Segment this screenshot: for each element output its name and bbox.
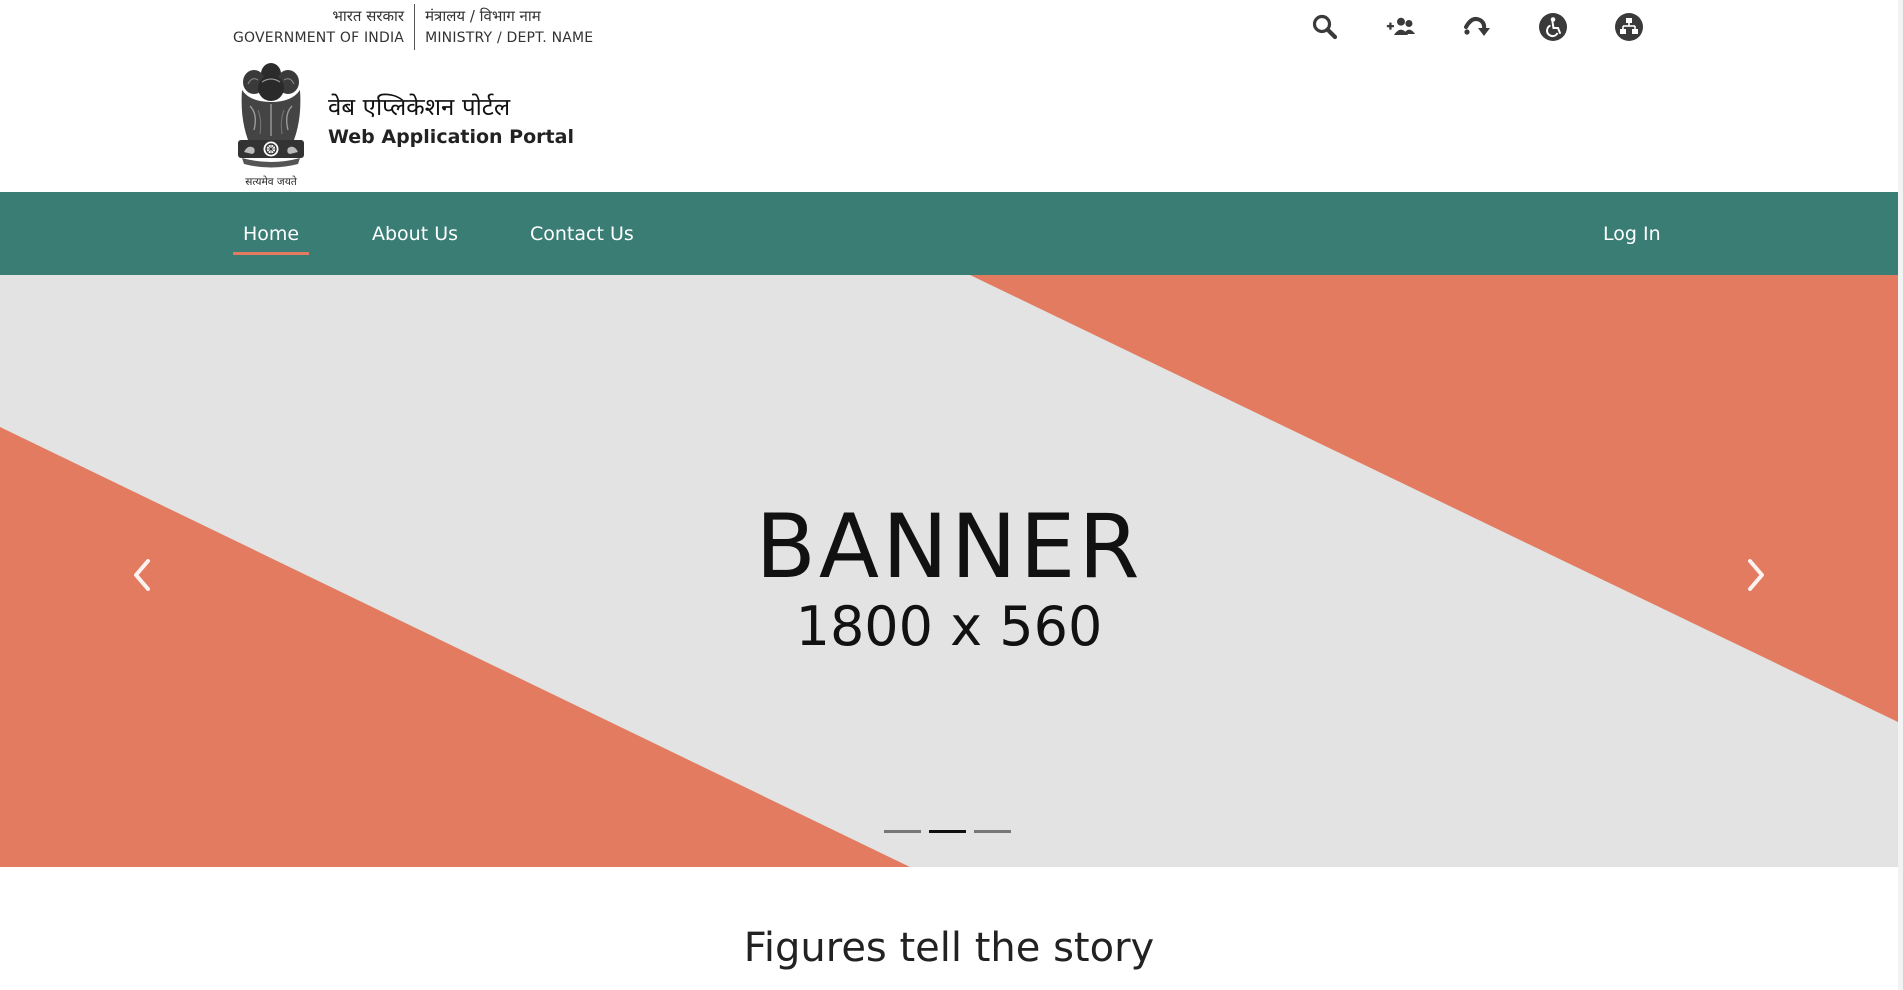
figures-heading: Figures tell the story (743, 925, 1155, 971)
page: भारत सरकार GOVERNMENT OF INDIA मंत्रालय … (0, 0, 1903, 990)
ministry-english: MINISTRY / DEPT. NAME (425, 30, 594, 46)
carousel-indicator-1[interactable] (884, 830, 921, 833)
ministry-hindi: मंत्रालय / विभाग नाम (425, 7, 541, 25)
site-title-hindi: वेब एप्लिकेशन पोर्टल (328, 93, 511, 121)
site-brand[interactable]: वेब एप्लिकेशन पोर्टल Web Application Por… (328, 92, 574, 152)
scrollbar[interactable] (1898, 0, 1903, 990)
login-link[interactable]: Log In (1603, 192, 1661, 275)
banner-size-label: 1800 x 560 (795, 595, 1103, 658)
gov-strip: भारत सरकार GOVERNMENT OF INDIA मंत्रालय … (233, 4, 593, 50)
chevron-right-icon (1748, 559, 1764, 591)
carousel-prev-button[interactable] (122, 545, 162, 605)
carousel-indicator-3[interactable] (974, 830, 1011, 833)
carousel-indicator-2[interactable] (929, 830, 966, 833)
utility-toolbar (1310, 12, 1644, 42)
accessibility-icon[interactable] (1538, 12, 1568, 42)
main-nav: Home About Us Contact Us Log In (0, 192, 1898, 275)
carousel-next-button[interactable] (1736, 545, 1776, 605)
emblem-motto: सत्यमेव जयते (245, 175, 298, 188)
skip-content-icon[interactable] (1462, 12, 1492, 42)
carousel-indicators (884, 830, 1011, 833)
site-title-english: Web Application Portal (328, 126, 574, 148)
gov-english: GOVERNMENT OF INDIA (233, 30, 405, 46)
nav-home[interactable]: Home (233, 192, 310, 275)
nav-about-us[interactable]: About Us (372, 192, 458, 275)
add-user-icon[interactable] (1386, 12, 1416, 42)
chevron-left-icon (134, 559, 150, 591)
ministry-block: मंत्रालय / विभाग नाम MINISTRY / DEPT. NA… (415, 4, 593, 50)
search-icon[interactable] (1310, 12, 1340, 42)
banner-carousel[interactable]: BANNER 1800 x 560 (0, 275, 1898, 867)
gov-hindi: भारत सरकार (332, 7, 405, 25)
national-emblem[interactable]: सत्यमेव जयते (232, 58, 310, 188)
sitemap-icon[interactable] (1614, 12, 1644, 42)
banner-title: BANNER (755, 495, 1143, 598)
gov-block: भारत सरकार GOVERNMENT OF INDIA (233, 4, 416, 50)
nav-contact-us[interactable]: Contact Us (530, 192, 634, 275)
